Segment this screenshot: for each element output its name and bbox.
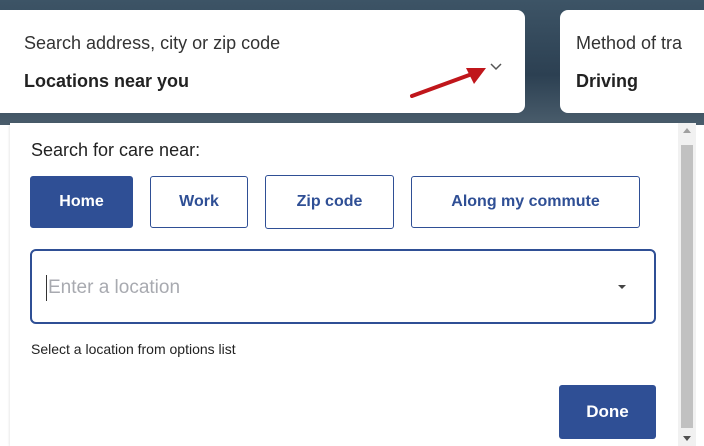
scroll-down-arrow-icon[interactable] — [683, 436, 691, 441]
location-combobox[interactable] — [30, 249, 656, 324]
option-home-button[interactable]: Home — [30, 176, 133, 228]
option-along-my-commute-button[interactable]: Along my commute — [411, 176, 640, 228]
caret-down-icon[interactable] — [618, 285, 626, 289]
search-care-panel: Search for care near: Home Work Zip code… — [10, 123, 678, 446]
chevron-down-icon[interactable] — [489, 62, 503, 72]
option-work-button[interactable]: Work — [150, 176, 248, 228]
red-arrow-icon — [410, 68, 486, 98]
scrollbar-thumb[interactable] — [681, 145, 693, 428]
travel-method-card[interactable]: Method of tra Driving — [560, 10, 704, 113]
method-value: Driving — [576, 71, 639, 91]
search-value: Locations near you — [24, 71, 190, 91]
option-zip-code-button[interactable]: Zip code — [265, 175, 394, 229]
helper-text: Select a location from options list — [31, 341, 236, 357]
panel-title: Search for care near: — [31, 140, 201, 160]
scroll-up-arrow-icon[interactable] — [683, 128, 691, 133]
method-label: Method of tra — [576, 33, 683, 53]
location-input[interactable] — [46, 273, 610, 303]
vertical-scrollbar[interactable] — [678, 123, 696, 446]
search-label: Search address, city or zip code — [24, 33, 281, 53]
search-location-card[interactable]: Search address, city or zip code Locatio… — [0, 10, 525, 113]
done-button[interactable]: Done — [559, 385, 656, 439]
